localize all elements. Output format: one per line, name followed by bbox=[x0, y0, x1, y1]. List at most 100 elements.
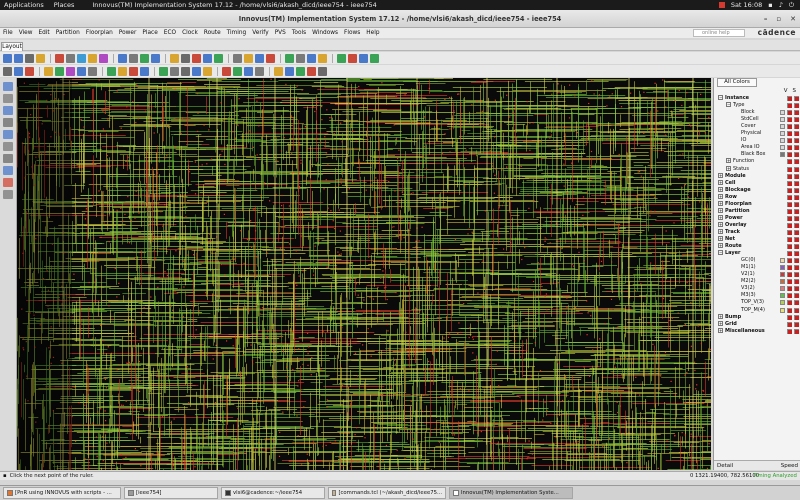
expand-icon[interactable]: + bbox=[718, 207, 723, 213]
menu-floorplan[interactable]: Floorplan bbox=[83, 30, 116, 36]
tree-row-function[interactable]: + Function bbox=[714, 158, 800, 165]
print-icon[interactable] bbox=[25, 53, 34, 63]
visible-checkbox[interactable] bbox=[787, 96, 792, 101]
zoom-fit-icon[interactable] bbox=[244, 53, 253, 63]
selectable-checkbox[interactable] bbox=[794, 300, 799, 306]
visible-checkbox[interactable] bbox=[787, 272, 792, 278]
tree-row-route[interactable]: + Route bbox=[714, 243, 800, 250]
copy-icon[interactable] bbox=[296, 66, 305, 76]
selectable-checkbox[interactable] bbox=[794, 237, 799, 242]
zoom-in-icon[interactable] bbox=[214, 53, 223, 63]
net-icon[interactable] bbox=[140, 66, 149, 76]
tree-row-grid[interactable]: + Grid bbox=[714, 320, 800, 328]
selectable-checkbox[interactable] bbox=[794, 180, 799, 186]
highlight-icon[interactable] bbox=[3, 178, 13, 187]
selectable-checkbox[interactable] bbox=[794, 265, 799, 271]
zoom-in-icon[interactable] bbox=[370, 53, 379, 63]
zoom-out-icon[interactable] bbox=[233, 53, 242, 63]
visible-checkbox[interactable] bbox=[787, 208, 792, 214]
tree-row-block[interactable]: Block bbox=[714, 109, 800, 116]
visible-checkbox[interactable] bbox=[787, 152, 792, 158]
tree-row-overlay[interactable]: + Overlay bbox=[714, 221, 800, 229]
visible-checkbox[interactable] bbox=[787, 145, 792, 151]
close-icon[interactable]: ✕ bbox=[790, 15, 796, 23]
selectable-checkbox[interactable] bbox=[794, 96, 799, 101]
layer-color-swatch[interactable] bbox=[780, 117, 785, 123]
select-icon[interactable] bbox=[3, 82, 13, 91]
selectable-checkbox[interactable] bbox=[794, 194, 799, 200]
tree-row-layer[interactable]: − Layer bbox=[714, 250, 800, 257]
selectable-checkbox[interactable] bbox=[794, 124, 799, 130]
layer-color-swatch[interactable] bbox=[780, 131, 785, 137]
visible-checkbox[interactable] bbox=[787, 328, 792, 334]
expand-icon[interactable]: + bbox=[718, 236, 723, 241]
move-icon[interactable] bbox=[181, 66, 190, 76]
highlight-icon[interactable] bbox=[129, 66, 138, 76]
visible-checkbox[interactable] bbox=[787, 103, 792, 109]
selectable-checkbox[interactable] bbox=[794, 328, 799, 334]
expand-icon[interactable]: − bbox=[718, 250, 723, 256]
undo-icon[interactable] bbox=[192, 53, 201, 63]
layer-color-swatch[interactable] bbox=[780, 124, 785, 130]
layer-color-swatch[interactable] bbox=[780, 279, 785, 285]
stretch-icon[interactable] bbox=[3, 118, 13, 127]
tree-row-top-m-4[interactable]: TOP_M(4) bbox=[714, 307, 800, 314]
tab-layout[interactable]: Layout bbox=[1, 42, 23, 51]
refresh-icon[interactable] bbox=[140, 53, 149, 63]
copy-icon[interactable] bbox=[3, 166, 13, 175]
visible-checkbox[interactable] bbox=[787, 117, 792, 123]
visible-checkbox[interactable] bbox=[787, 307, 792, 313]
selectable-checkbox[interactable] bbox=[794, 166, 799, 172]
undo-icon[interactable] bbox=[348, 53, 357, 63]
tree-row-physical[interactable]: Physical bbox=[714, 130, 800, 137]
selectable-checkbox[interactable] bbox=[794, 131, 799, 137]
redo-icon[interactable] bbox=[359, 53, 368, 63]
expand-icon[interactable]: + bbox=[718, 327, 723, 333]
menu-flows[interactable]: Flows bbox=[341, 30, 363, 36]
menu-verify[interactable]: Verify bbox=[249, 30, 271, 36]
highlight-icon[interactable] bbox=[233, 66, 242, 76]
tree-row-cell[interactable]: + Cell bbox=[714, 179, 800, 187]
selectable-checkbox[interactable] bbox=[794, 321, 799, 327]
selectable-checkbox[interactable] bbox=[794, 258, 799, 264]
tree-row-bump[interactable]: + Bump bbox=[714, 313, 800, 321]
expand-icon[interactable]: − bbox=[718, 95, 723, 100]
all-colors-button[interactable]: All Colors bbox=[717, 78, 757, 87]
expand-icon[interactable]: + bbox=[718, 214, 723, 220]
layer-color-swatch[interactable] bbox=[780, 265, 785, 271]
selectable-checkbox[interactable] bbox=[794, 244, 799, 250]
taskbar-item-1[interactable]: [PnR using INNOVUS with scripts - ... bbox=[3, 487, 121, 499]
measure-icon[interactable] bbox=[3, 190, 13, 199]
layer-color-swatch[interactable] bbox=[780, 300, 785, 306]
move-icon[interactable] bbox=[285, 66, 294, 76]
expand-icon[interactable]: + bbox=[718, 186, 723, 192]
selectable-checkbox[interactable] bbox=[794, 251, 799, 257]
visible-checkbox[interactable] bbox=[787, 300, 792, 306]
net-icon[interactable] bbox=[244, 66, 253, 76]
selectable-checkbox[interactable] bbox=[794, 229, 799, 235]
tree-row-io[interactable]: IO bbox=[714, 137, 800, 144]
menu-partition[interactable]: Partition bbox=[53, 30, 83, 36]
menu-power[interactable]: Power bbox=[116, 30, 140, 36]
save-icon[interactable] bbox=[170, 53, 179, 63]
layer-color-swatch[interactable] bbox=[780, 145, 785, 151]
selectable-checkbox[interactable] bbox=[794, 307, 799, 313]
menu-file[interactable]: File bbox=[0, 30, 16, 36]
visible-checkbox[interactable] bbox=[787, 229, 792, 235]
expand-icon[interactable]: − bbox=[726, 102, 731, 108]
menu-view[interactable]: View bbox=[16, 30, 36, 36]
power-icon[interactable]: ⏻ bbox=[789, 1, 794, 10]
layer-color-swatch[interactable] bbox=[780, 258, 785, 264]
visible-checkbox[interactable] bbox=[787, 159, 792, 165]
tree-row-cover[interactable]: Cover bbox=[714, 123, 800, 130]
tree-row-m1-1[interactable]: M1(1) bbox=[714, 264, 800, 271]
taskbar-item-5[interactable]: Innovus(TM) Implementation Syste... bbox=[449, 487, 573, 499]
menu-clock[interactable]: Clock bbox=[179, 30, 201, 36]
menu-help[interactable]: Help bbox=[363, 30, 382, 36]
layer-icon[interactable] bbox=[107, 66, 116, 76]
pan-icon[interactable] bbox=[99, 53, 108, 63]
selectable-checkbox[interactable] bbox=[794, 201, 799, 207]
speed-label[interactable]: Speed bbox=[781, 463, 798, 469]
selectable-checkbox[interactable] bbox=[794, 173, 799, 179]
visible-checkbox[interactable] bbox=[787, 314, 792, 320]
